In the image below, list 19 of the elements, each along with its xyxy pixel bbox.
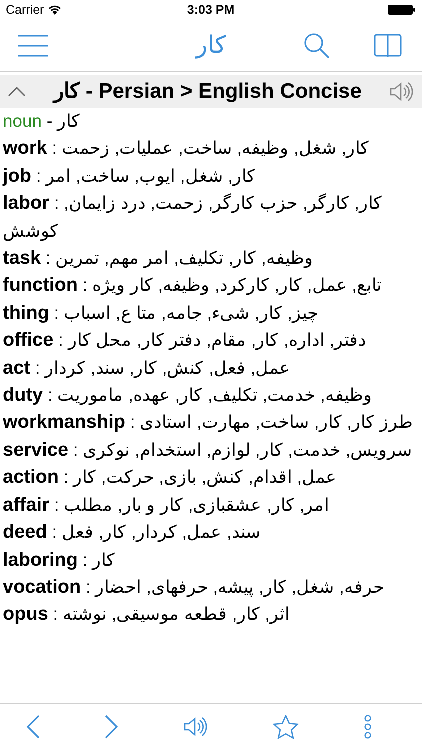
more-icon[interactable] [364,715,372,739]
part-of-speech: noun [3,111,42,131]
search-icon[interactable] [304,32,330,58]
speaker-icon[interactable] [390,82,414,102]
star-icon[interactable] [273,715,299,739]
menu-icon[interactable] [18,34,48,56]
speaker-icon[interactable] [184,717,208,737]
section-title: کار - Persian > English Concise [52,79,363,104]
chevron-up-icon[interactable] [8,86,26,96]
status-time: 3:03 PM [187,3,235,17]
wifi-icon [48,5,62,15]
back-icon[interactable] [26,715,40,739]
nav-title: کار [196,32,226,59]
section-header[interactable]: کار - Persian > English Concise [0,75,422,108]
book-icon[interactable] [374,34,402,58]
battery-icon [388,5,416,15]
forward-icon[interactable] [105,715,119,739]
headword: - کار [46,111,81,131]
carrier-label: Carrier [6,3,44,17]
